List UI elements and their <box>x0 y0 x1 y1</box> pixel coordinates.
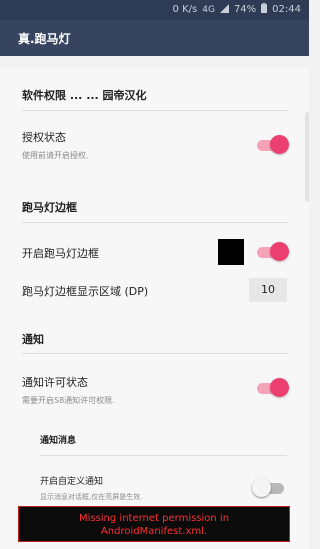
border-area-value-field[interactable]: 10 <box>249 278 287 302</box>
custom-notify-label: 开启自定义通知 <box>40 477 104 487</box>
network-type-icon: 4G <box>202 4 215 15</box>
notify-section-title: 通知 <box>22 333 44 346</box>
custom-notify-toggle[interactable] <box>252 478 286 498</box>
clock: 02:44 <box>272 4 301 15</box>
border-area-label: 跑马灯边框显示区域 (DP) <box>22 285 149 298</box>
signal-icon <box>219 3 229 16</box>
auth-status-label: 授权状态 <box>22 131 66 144</box>
toggle-thumb <box>270 378 289 397</box>
border-color-swatch[interactable] <box>218 239 244 265</box>
edge-panel-handle[interactable] <box>305 112 309 202</box>
auth-status-toggle[interactable] <box>255 135 289 155</box>
custom-notify-summary: 显示消息对话框,仅在亮屏是生效. <box>40 493 143 501</box>
battery-icon <box>261 3 268 16</box>
notify-permission-summary: 需要开启S8通知许可权限. <box>22 396 115 405</box>
border-section-title: 跑马灯边框 <box>22 201 77 214</box>
net-speed: 0 K/s <box>172 4 198 15</box>
enable-border-label: 开启跑马灯边框 <box>22 247 99 260</box>
divider <box>22 353 287 354</box>
credit-title: 软件权限 ... ... 园帝汉化 <box>22 89 147 102</box>
toggle-thumb <box>270 135 289 154</box>
auth-status-summary: 使用前请开启授权. <box>22 151 89 160</box>
status-bar: 0 K/s 4G 74% 02:44 <box>0 0 309 20</box>
divider <box>40 455 287 456</box>
notify-message-title: 通知消息 <box>40 436 77 446</box>
notify-permission-label: 通知许可状态 <box>22 376 88 389</box>
divider <box>22 222 287 223</box>
toast-line: Missing internet permission in <box>78 513 230 524</box>
battery-level: 74% <box>233 4 257 15</box>
enable-border-toggle[interactable] <box>255 242 289 262</box>
divider <box>22 110 287 111</box>
toggle-thumb <box>270 242 289 261</box>
toggle-thumb <box>252 478 271 497</box>
error-toast: Missing internet permission in AndroidMa… <box>18 506 290 542</box>
toast-line: AndroidManifest.xml. <box>100 526 208 537</box>
notify-permission-toggle[interactable] <box>255 378 289 398</box>
app-title: 真.跑马灯 <box>18 32 71 46</box>
app-bar: 真.跑马灯 <box>0 20 309 56</box>
